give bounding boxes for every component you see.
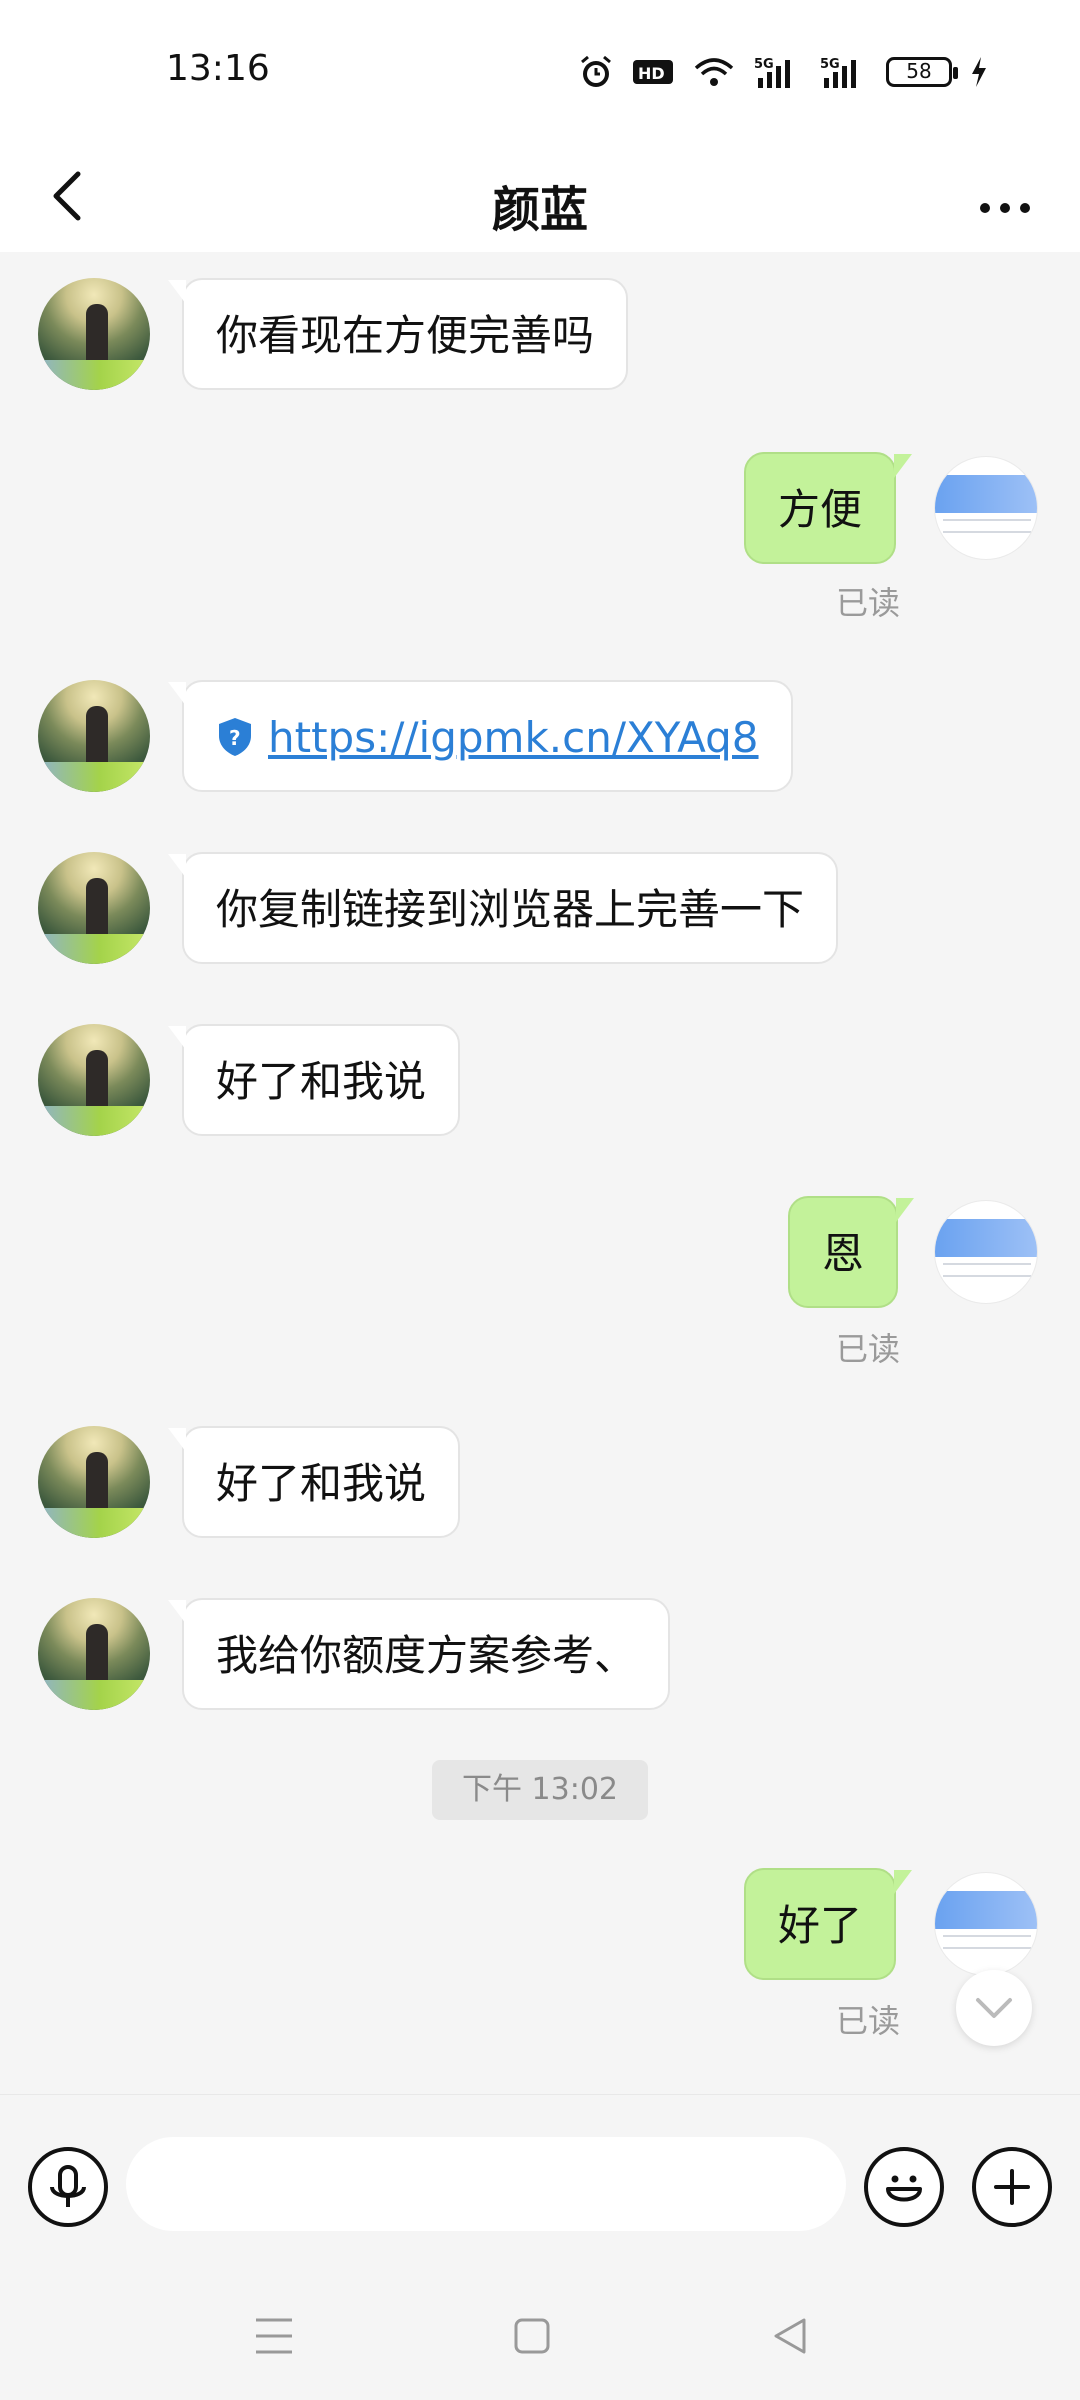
svg-text:5G: 5G bbox=[754, 57, 774, 72]
chat-header: 颜蓝 bbox=[0, 140, 1080, 252]
system-navigation-bar bbox=[0, 2274, 1080, 2400]
incoming-message[interactable]: 好了和我说 bbox=[167, 1426, 461, 1538]
outgoing-message[interactable]: 方便 bbox=[744, 452, 913, 564]
incoming-link-message[interactable]: ? https://igpmk.cn/XYAq8 bbox=[168, 680, 793, 792]
battery-level: 58 bbox=[906, 59, 932, 83]
voice-input-button[interactable] bbox=[28, 2147, 108, 2227]
my-avatar[interactable] bbox=[934, 456, 1038, 560]
contact-avatar[interactable] bbox=[38, 680, 150, 792]
chevron-down-icon bbox=[976, 1998, 1012, 2018]
my-avatar[interactable] bbox=[934, 1200, 1038, 1304]
menu-icon[interactable] bbox=[254, 2314, 294, 2358]
status-bar: 13:16 HD 5G 5G 58 bbox=[0, 0, 1080, 140]
alarm-icon bbox=[581, 55, 611, 87]
read-receipt: 已读 bbox=[836, 2002, 901, 2040]
emoji-icon bbox=[886, 2175, 922, 2202]
contact-avatar[interactable] bbox=[38, 1426, 150, 1538]
contact-name: 颜蓝 bbox=[491, 182, 588, 238]
shield-verified-icon: ? bbox=[219, 717, 251, 756]
signal-5g-icon-2: 5G bbox=[820, 57, 856, 88]
emoji-button[interactable] bbox=[864, 2147, 944, 2227]
svg-text:5G: 5G bbox=[820, 57, 840, 72]
time-divider: 下午 13:02 bbox=[432, 1760, 648, 1820]
charging-icon bbox=[972, 57, 986, 87]
more-options-icon[interactable] bbox=[970, 170, 1040, 230]
message-link[interactable]: https://igpmk.cn/XYAq8 bbox=[268, 713, 759, 762]
contact-avatar[interactable] bbox=[38, 1024, 150, 1136]
status-time: 13:16 bbox=[166, 48, 270, 89]
hd-icon: HD bbox=[633, 60, 673, 84]
home-icon[interactable] bbox=[512, 2314, 552, 2358]
microphone-icon bbox=[50, 2165, 86, 2207]
incoming-message[interactable]: 你复制链接到浏览器上完善一下 bbox=[167, 852, 839, 964]
message-input-bar bbox=[0, 2094, 1080, 2274]
chat-message-list[interactable]: 你看现在方便完善吗 方便 已读 ? https://igpmk.cn/XYAq8… bbox=[0, 252, 1080, 2094]
wifi-icon bbox=[694, 58, 734, 86]
battery-icon: 58 bbox=[886, 57, 958, 87]
incoming-message[interactable]: 好了和我说 bbox=[167, 1024, 461, 1136]
plus-icon bbox=[994, 2169, 1030, 2205]
my-avatar[interactable] bbox=[934, 1872, 1038, 1976]
message-input[interactable] bbox=[126, 2137, 846, 2231]
read-receipt: 已读 bbox=[836, 584, 901, 622]
svg-text:?: ? bbox=[229, 726, 241, 750]
read-receipt: 已读 bbox=[836, 1330, 901, 1368]
status-icons: HD 5G 5G 58 bbox=[578, 50, 988, 94]
more-actions-button[interactable] bbox=[972, 2147, 1052, 2227]
outgoing-message[interactable]: 好了 bbox=[744, 1868, 913, 1980]
back-triangle-icon[interactable] bbox=[770, 2314, 810, 2358]
contact-avatar[interactable] bbox=[38, 1598, 150, 1710]
incoming-message[interactable]: 我给你额度方案参考、 bbox=[167, 1598, 671, 1710]
outgoing-message[interactable]: 恩 bbox=[788, 1196, 915, 1308]
contact-avatar[interactable] bbox=[38, 852, 150, 964]
signal-5g-icon: 5G bbox=[754, 57, 790, 88]
incoming-message[interactable]: 你看现在方便完善吗 bbox=[167, 278, 629, 390]
contact-avatar[interactable] bbox=[38, 278, 150, 390]
svg-text:HD: HD bbox=[638, 64, 665, 83]
scroll-to-bottom-button[interactable] bbox=[956, 1970, 1032, 2046]
